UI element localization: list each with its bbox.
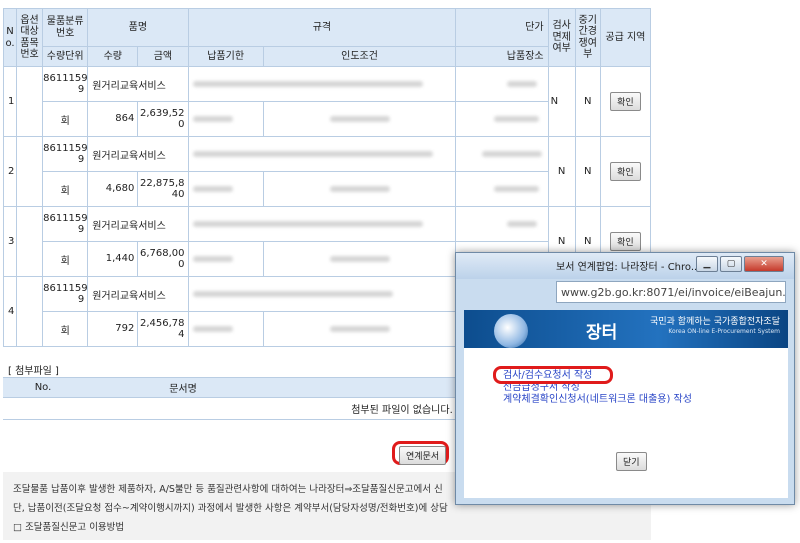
table-row: 3 8611159 9 원거리교육서비스 N N 확인 [2,206,652,277]
popup-address-bar[interactable]: www.g2b.go.kr:8071/ei/invoice/eiBeajun..… [556,281,786,303]
attachment-title: [ 첨부파일 ] [8,366,59,377]
row-no: 1 [2,66,18,137]
header-delivery-terms: 인도조건 [262,46,457,67]
close-icon[interactable]: ✕ [744,256,784,272]
header-delivery-place: 납품장소 [455,46,549,67]
row-amount: 6,768,00 0 [137,241,189,277]
popup-title: 보서 연계팝업: 나라장터 - Chro... [556,262,701,273]
row-no: 4 [2,276,18,347]
row-no: 2 [2,136,18,207]
row-amount: 2,639,52 0 [137,101,189,137]
header-inspect-exempt: 검사 면제 여부 [547,8,576,67]
table-row: 2 8611159 9 원거리교육서비스 N N 확인 [2,136,652,207]
row-inspect: N [547,66,576,137]
row-item-name: 원거리교육서비스 [87,276,189,312]
row-qty: 4,680 [87,171,139,207]
header-mid-ins: 중기 간경 쟁여 부 [574,8,601,67]
banner-brand: 장터 [586,323,618,343]
row-class-no: 8611159 9 [42,206,89,242]
row-qty: 864 [87,101,139,137]
banner-slogan-en: Korea ON-line E-Procurement System [668,328,780,335]
minimize-icon[interactable]: ▁ [696,256,718,272]
banner-slogan: 국민과 함께하는 국가종합전자조달 [650,317,780,327]
confirm-button[interactable]: 확인 [610,232,641,251]
confirm-button[interactable]: 확인 [610,92,641,111]
row-no: 3 [2,206,18,277]
header-option-item-no: 옵션 대상 품목 번호 [16,8,44,67]
row-amount: 22,875,8 40 [137,171,189,207]
row-item-name: 원거리교육서비스 [87,206,189,242]
row-mid: N [574,66,601,137]
header-qty-unit: 수량단위 [42,46,89,67]
row-mid: N [574,136,601,207]
menu-item-contract-confirmation[interactable]: 계약체결확인신청서(네트워크론 대출용) 작성 [503,394,692,406]
window-controls: ▁ ▢ ✕ [696,256,784,272]
row-class-no: 8611159 9 [42,276,89,312]
inspection-request-highlight [493,366,613,384]
attachment-col-no: No. [3,377,83,398]
g2b-banner: 장터 국민과 함께하는 국가종합전자조달 Korea ON-line E-Pro… [464,310,788,348]
header-item-name: 품명 [87,8,189,47]
row-unit: 회 [42,241,89,277]
row-item-name: 원거리교육서비스 [87,136,189,172]
row-unit: 회 [42,101,89,137]
row-unit: 회 [42,171,89,207]
header-spec: 규격 [187,8,457,47]
row-class-no: 8611159 9 [42,66,89,102]
header-amount: 금액 [137,46,189,67]
table-row: 1 8611159 9 원거리교육서비스 N N 확인 [2,66,652,137]
popup-close-button[interactable]: 닫기 [616,452,647,471]
g2b-logo-icon [494,314,528,348]
header-supply-region: 공급 지역 [599,8,652,67]
confirm-button[interactable]: 확인 [610,162,641,181]
header-class-no: 물품분류 번호 [42,8,89,47]
link-document-button[interactable]: 연계문서 [399,446,447,465]
header-unit-price: 단가 [455,8,549,47]
header-qty: 수량 [87,46,139,67]
row-item-name: 원거리교육서비스 [87,66,189,102]
row-amount: 2,456,78 4 [137,311,189,347]
row-qty: 792 [87,311,139,347]
header-deadline: 납품기한 [187,46,264,67]
notice-guide-link[interactable]: □ 조달품질신문고 이용방법 [13,518,641,537]
attachment-col-doc: 문서명 [83,377,283,398]
header-no: N o. [2,8,18,67]
row-inspect: N [547,136,576,207]
maximize-icon[interactable]: ▢ [720,256,742,272]
row-class-no: 8611159 9 [42,136,89,172]
row-unit: 회 [42,311,89,347]
row-qty: 1,440 [87,241,139,277]
